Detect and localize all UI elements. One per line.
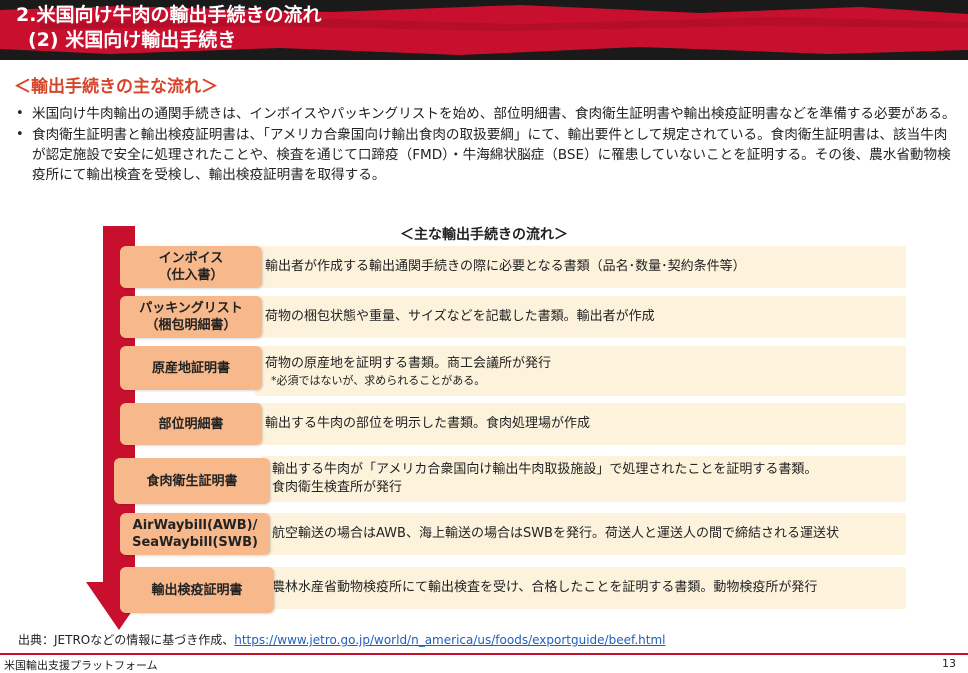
step-note: *必須ではないが、求められることがある。 — [271, 373, 486, 387]
step-description-text: 輸出する牛肉が「アメリカ合衆国向け輸出牛肉取扱施設」で処理されたことを証明する書… — [272, 462, 818, 477]
step-description-text: 荷物の梱包状態や重量、サイズなどを記載した書類。輸出者が作成 — [265, 309, 655, 324]
step-label-sub: （仕入書） — [158, 268, 224, 283]
step-export-quarantine-certificate: 輸出検疫証明書 — [120, 567, 274, 613]
step-description: 農林水産省動物検疫所にて輸出検査を受け、合格したことを証明する書類。動物検疫所が… — [262, 567, 906, 609]
bullet-text: 食肉衛生証明書と輸出検疫証明書は、「アメリカ合衆国向け輸出食肉の取扱要綱」にて、… — [32, 127, 951, 183]
page-title: 2.米国向け牛肉の輸出手続きの流れ — [16, 4, 322, 26]
step-certificate-of-origin: 原産地証明書 — [120, 346, 262, 390]
footer-divider — [0, 653, 968, 655]
page-number: 13 — [942, 657, 956, 670]
bullet-marker: • — [16, 127, 24, 142]
bullet-text: 米国向け牛肉輸出の通関手続きは、インボイスやパッキングリストを始め、部位明細書、… — [32, 106, 956, 122]
step-description: 航空輸送の場合はAWB、海上輸送の場合はSWBを発行。荷送人と運送人の間で締結さ… — [262, 513, 906, 555]
step-label: 部位明細書 — [158, 416, 224, 432]
step-description: 輸出する牛肉が「アメリカ合衆国向け輸出牛肉取扱施設」で処理されたことを証明する書… — [262, 456, 906, 502]
step-label: パッキングリスト — [139, 301, 243, 316]
section-heading: ＜輸出手続きの主な流れ＞ — [14, 77, 218, 97]
footer-organization: 米国輸出支援プラットフォーム — [4, 659, 158, 672]
step-description: 輸出者が作成する輸出通関手続きの際に必要となる書類（品名･数量･契約条件等） — [255, 246, 906, 288]
step-label: 輸出検疫証明書 — [151, 582, 243, 598]
step-description: 輸出する牛肉の部位を明示した書類。食肉処理場が作成 — [255, 403, 906, 445]
step-label: 原産地証明書 — [151, 360, 230, 376]
step-description: 荷物の原産地を証明する書類。商工会議所が発行 *必須ではないが、求められることが… — [255, 346, 906, 396]
step-description-text: 農林水産省動物検疫所にて輸出検査を受け、合格したことを証明する書類。動物検疫所が… — [272, 580, 818, 595]
source-prefix: 出典：JETROなどの情報に基づき作成、 — [18, 633, 235, 647]
step-part-specification: 部位明細書 — [120, 403, 262, 445]
step-description-text: 航空輸送の場合はAWB、海上輸送の場合はSWBを発行。荷送人と運送人の間で締結さ… — [272, 526, 839, 541]
bullet-marker: • — [16, 106, 24, 121]
source-link[interactable]: https://www.jetro.go.jp/world/n_america/… — [234, 633, 665, 647]
step-invoice: インボイス （仕入書） — [120, 246, 262, 288]
step-label: インボイス — [158, 251, 224, 266]
source-note: 出典：JETROなどの情報に基づき作成、https://www.jetro.go… — [18, 631, 665, 648]
step-label-sub: （梱包明細書） — [145, 318, 237, 333]
step-packing-list: パッキングリスト （梱包明細書） — [120, 296, 262, 338]
step-description-text: 輸出する牛肉の部位を明示した書類。食肉処理場が作成 — [265, 416, 591, 431]
bullet-item: • 米国向け牛肉輸出の通関手続きは、インボイスやパッキングリストを始め、部位明細… — [14, 104, 958, 124]
header-banner: 2.米国向け牛肉の輸出手続きの流れ (2) 米国向け輸出手続き — [0, 0, 968, 60]
page-subtitle: (2) 米国向け輸出手続き — [28, 29, 237, 51]
step-meat-health-certificate: 食肉衛生証明書 — [114, 458, 270, 504]
step-description-text: 荷物の原産地を証明する書類。商工会議所が発行 — [265, 355, 552, 371]
step-label-sub: SeaWaybill(SWB) — [132, 535, 258, 550]
bullet-item: • 食肉衛生証明書と輸出検疫証明書は、「アメリカ合衆国向け輸出食肉の取扱要綱」に… — [14, 125, 958, 185]
step-description: 荷物の梱包状態や重量、サイズなどを記載した書類。輸出者が作成 — [255, 296, 906, 338]
summary-bullets: • 米国向け牛肉輸出の通関手続きは、インボイスやパッキングリストを始め、部位明細… — [14, 104, 958, 186]
step-label: AirWaybill(AWB)/ — [132, 518, 258, 533]
step-description-text-line2: 食肉衛生検査所が発行 — [272, 480, 403, 495]
step-description-text: 輸出者が作成する輸出通関手続きの際に必要となる書類（品名･数量･契約条件等） — [265, 259, 746, 274]
step-waybill: AirWaybill(AWB)/ SeaWaybill(SWB) — [120, 513, 270, 555]
step-label: 食肉衛生証明書 — [146, 473, 238, 489]
